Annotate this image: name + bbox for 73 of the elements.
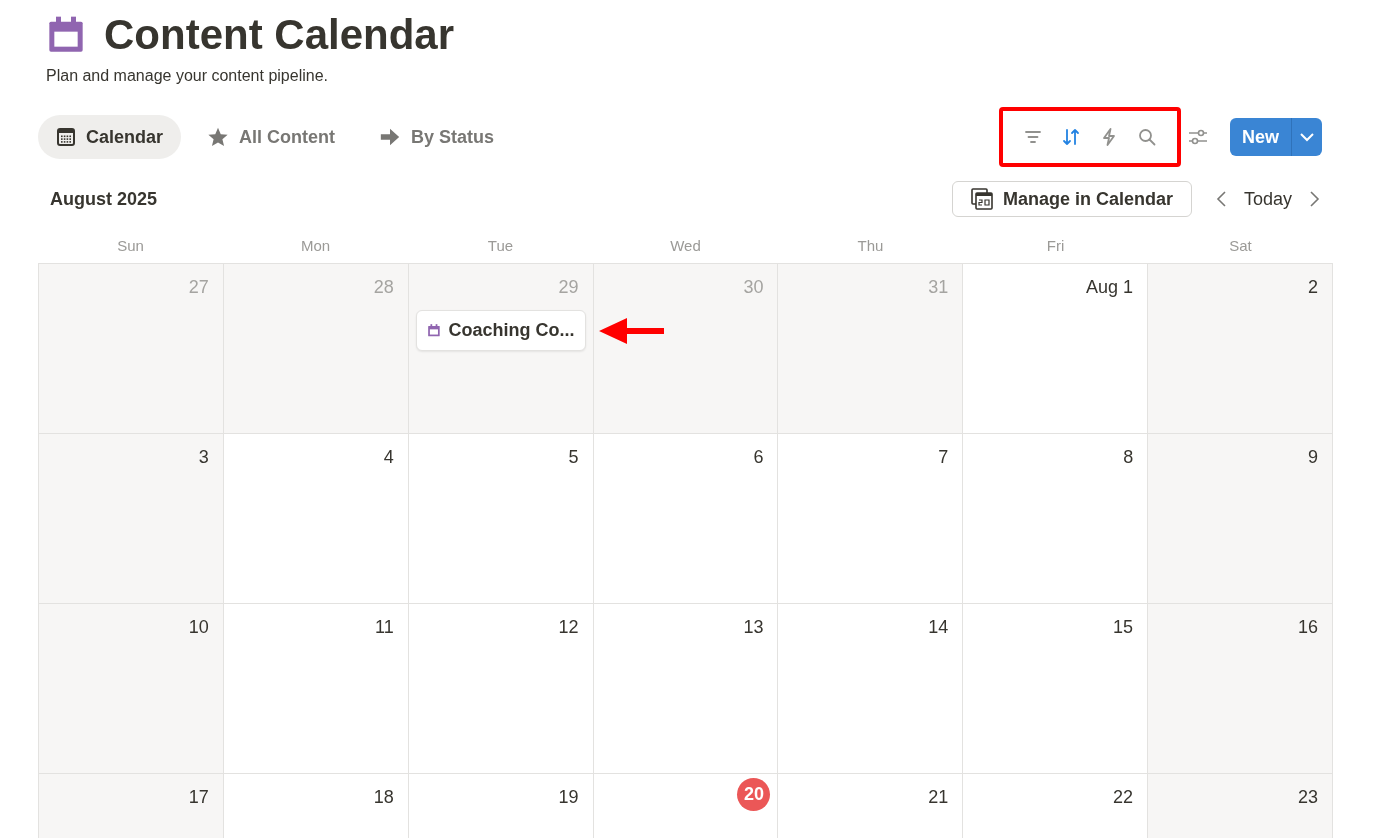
day-number: 20 [737,778,771,811]
day-cell[interactable]: 9 [1148,434,1333,604]
day-cell[interactable]: 14 [778,604,964,774]
day-cell[interactable]: Aug 1 [963,264,1149,434]
day-number: 13 [743,616,764,639]
day-number: 2 [1308,276,1318,299]
day-cell[interactable]: 23 [1148,774,1333,838]
weekday-label: Sat [1229,235,1252,256]
arrow-right-icon [379,126,402,148]
search-icon[interactable] [1137,127,1157,147]
day-number: 27 [188,276,209,299]
day-cell[interactable]: 8 [963,434,1149,604]
new-button[interactable]: New [1230,118,1322,156]
weekday-label: Fri [1046,235,1065,256]
day-number: 30 [743,276,764,299]
day-number: 19 [558,786,579,809]
manage-in-calendar-button[interactable]: Manage in Calendar [951,181,1192,217]
day-cell[interactable]: 2 [1148,264,1333,434]
view-tab[interactable]: All Content [189,115,354,159]
day-number: 12 [558,616,579,639]
day-number: 4 [383,446,394,469]
month-label: August 2025 [50,187,158,211]
day-number: 3 [198,446,209,469]
view-tab[interactable]: By Status [361,115,513,159]
page-title: Content Calendar [104,10,455,60]
weekday-label: Thu [857,235,884,256]
day-number: 22 [1113,786,1134,809]
day-number: 9 [1308,446,1318,469]
sort-icon[interactable] [1061,127,1081,147]
event-title: Coaching Co... [448,319,575,342]
page-description: Plan and manage your content pipeline. [46,66,329,86]
new-label[interactable]: New [1230,123,1291,151]
day-number: 6 [753,446,764,469]
day-number: 7 [938,446,949,469]
day-number: 14 [928,616,949,639]
calendar-icon [426,323,441,338]
day-number: 31 [928,276,949,299]
star-icon [207,126,230,148]
day-cell[interactable]: 12 [408,604,594,774]
day-cell[interactable]: 5 [408,434,594,604]
day-cell[interactable]: 10 [39,604,224,774]
today-button[interactable]: Today [1231,185,1304,213]
day-number: 15 [1113,616,1134,639]
day-number: 16 [1297,616,1318,639]
day-number: 8 [1123,446,1134,469]
calendar-icon [56,127,76,147]
day-number: 11 [375,616,394,639]
day-number: 5 [568,446,579,469]
day-cell[interactable]: 15 [963,604,1149,774]
event-card[interactable]: Coaching Co... [415,310,586,351]
day-number: 10 [188,616,209,639]
day-number: 18 [373,786,394,809]
day-number: 23 [1297,786,1318,809]
day-number: 21 [928,786,949,809]
calendar-date-icon [970,188,993,210]
view-tab[interactable]: Calendar [38,115,182,159]
day-number: 29 [558,276,579,299]
calendar-icon [46,15,86,55]
day-cell[interactable]: 11 [223,604,409,774]
day-number: 17 [188,786,209,809]
day-cell[interactable]: 17 [39,774,224,838]
day-number: 28 [373,276,394,299]
day-cell[interactable]: 7 [778,434,964,604]
day-number: Aug 1 [1086,276,1134,299]
day-cell[interactable]: 3 [39,434,224,604]
day-cell[interactable]: 4 [223,434,409,604]
weekday-label: Tue [487,235,514,256]
day-cell[interactable]: 13 [593,604,779,774]
day-cell[interactable]: 6 [593,434,779,604]
weekday-label: Mon [300,235,331,256]
day-cell[interactable]: 16 [1148,604,1333,774]
weekday-label: Wed [670,235,701,256]
weekday-label: Sun [117,235,144,256]
